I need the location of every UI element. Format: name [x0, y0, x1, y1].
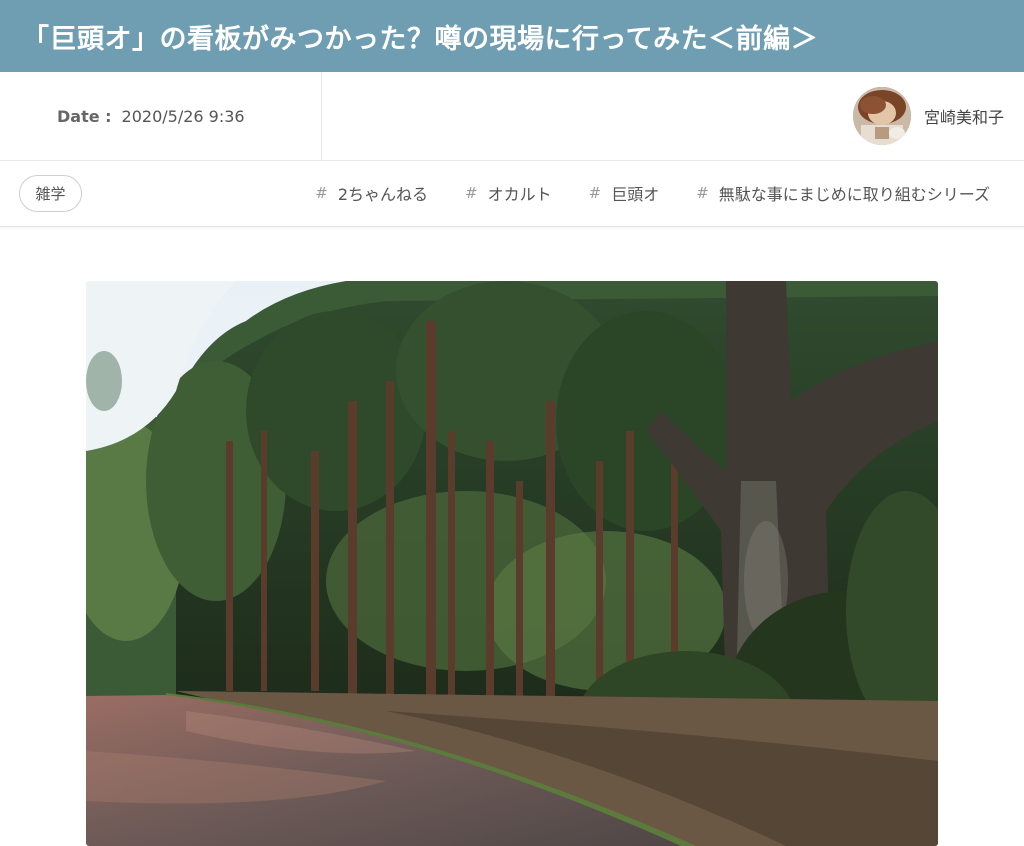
date-value: 2020/5/26 9:36	[121, 106, 245, 126]
date-cell: Date : 2020/5/26 9:36	[0, 72, 322, 160]
forest-road-photo-icon	[86, 281, 938, 846]
author-info[interactable]: 宮崎美和子	[852, 86, 1004, 146]
tag-list: # 2ちゃんねる # オカルト # 巨頭オ # 無駄な事にまじめに取り組むシリー…	[278, 161, 990, 225]
article-hero-image	[86, 281, 938, 846]
avatar[interactable]	[852, 87, 911, 145]
tag-label: オカルト	[487, 185, 552, 204]
page-title: 「巨頭オ」の看板がみつかった？噂の現場に行ってみた＜前編＞	[22, 23, 819, 55]
hash-icon: #	[696, 184, 709, 202]
tag-kyotou-o[interactable]: # 巨頭オ	[589, 181, 660, 205]
author-name[interactable]: 宮崎美和子	[924, 104, 1004, 128]
tag-label: 無駄な事にまじめに取り組むシリーズ	[718, 185, 990, 204]
tag-2channel[interactable]: # 2ちゃんねる	[315, 181, 428, 205]
tag-label: 2ちゃんねる	[337, 185, 429, 204]
tag-row: 雑学 # 2ちゃんねる # オカルト # 巨頭オ # 無駄な事にまじめに取り組む…	[0, 161, 1024, 227]
tag-series[interactable]: # 無駄な事にまじめに取り組むシリーズ	[696, 181, 990, 205]
hash-icon: #	[465, 184, 478, 202]
tag-label: 巨頭オ	[611, 185, 660, 204]
title-bar: 「巨頭オ」の看板がみつかった？噂の現場に行ってみた＜前編＞	[0, 0, 1024, 72]
category-badge[interactable]: 雑学	[19, 175, 82, 212]
hash-icon: #	[315, 184, 328, 202]
tag-occult[interactable]: # オカルト	[465, 181, 552, 205]
author-avatar-icon	[852, 87, 911, 145]
hash-icon: #	[588, 184, 602, 202]
date-label: Date :	[57, 106, 112, 126]
article-meta: Date : 2020/5/26 9:36 宮崎美和子	[0, 72, 1024, 161]
